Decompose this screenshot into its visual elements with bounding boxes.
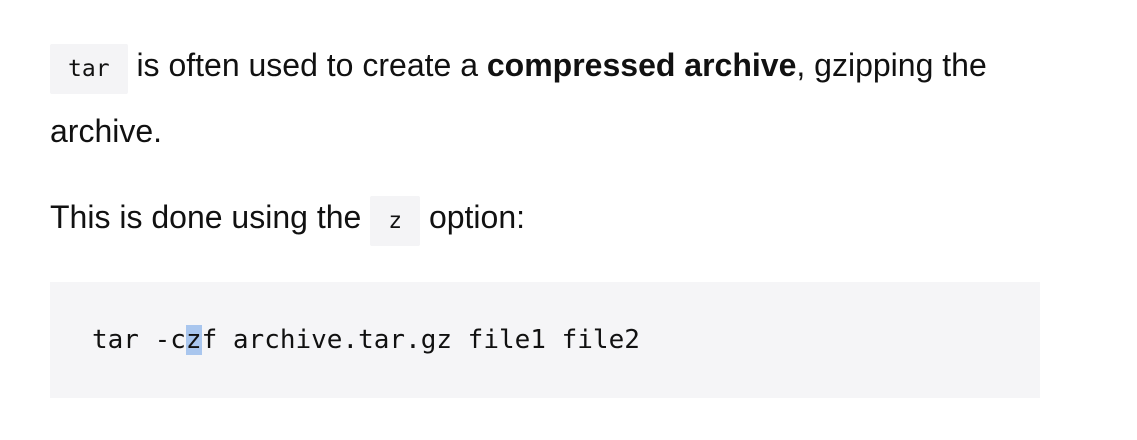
inline-code-tar: tar (50, 44, 128, 94)
text: This is done using the (50, 199, 371, 235)
selected-text[interactable]: z (185, 325, 202, 355)
bold-text: compressed archive (486, 47, 797, 83)
code-block[interactable]: tar -czf archive.tar.gz file1 file2 (50, 282, 1040, 398)
text: is often used to create a (127, 47, 487, 83)
inline-code-z: z (370, 196, 421, 246)
text: option: (420, 199, 526, 235)
code-text: tar -c (92, 325, 186, 355)
code-text: f archive.tar.gz file1 file2 (201, 325, 640, 355)
paragraph-option: This is done using the z option: (50, 190, 525, 248)
code-line[interactable]: tar -czf archive.tar.gz file1 file2 (92, 324, 640, 356)
paragraph-intro: tar is often used to create a compressed… (50, 34, 1090, 162)
